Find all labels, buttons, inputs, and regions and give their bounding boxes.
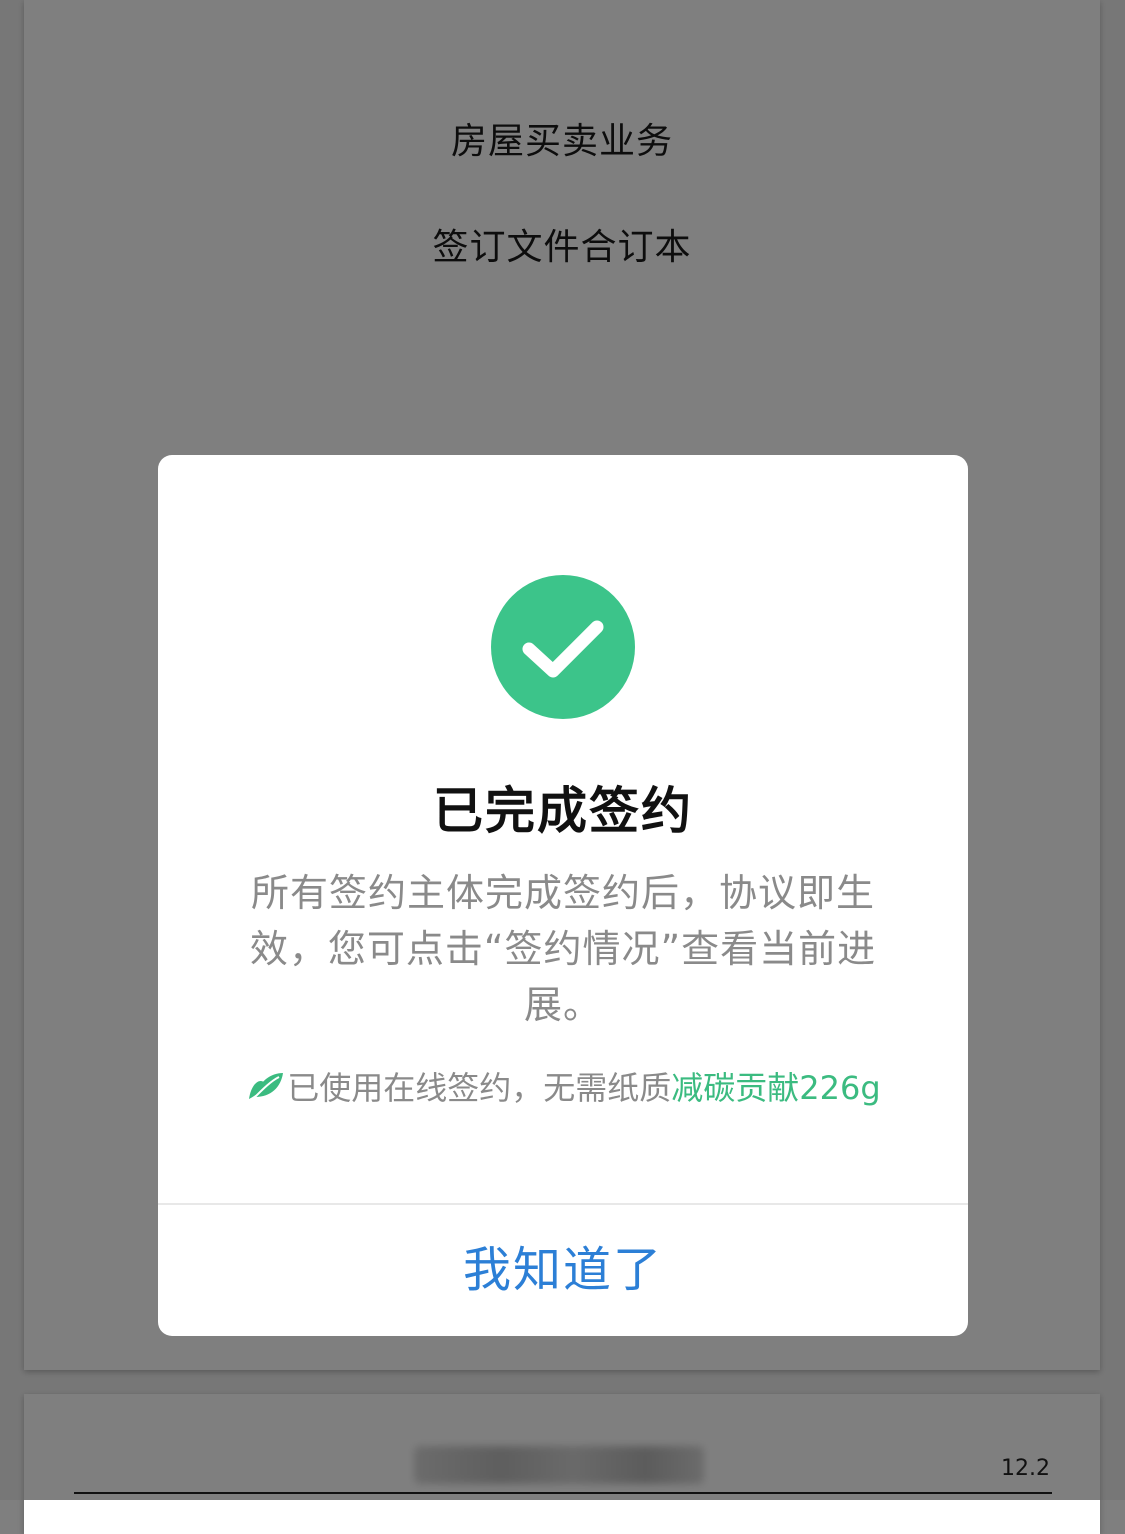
carbon-reduction-value: 减碳贡献226g (671, 1069, 881, 1107)
signing-complete-dialog: 已完成签约 所有签约主体完成签约后，协议即生效，您可点击“签约情况”查看当前进展… (158, 455, 968, 1336)
got-it-button[interactable]: 我知道了 (158, 1205, 968, 1336)
leaf-icon (249, 1073, 284, 1099)
carbon-reduction-note: 已使用在线签约，无需纸质减碳贡献226g (158, 1063, 968, 1109)
eco-text: 已使用在线签约，无需纸质 (287, 1069, 672, 1107)
dialog-title: 已完成签约 (433, 782, 693, 840)
check-circle-icon (491, 575, 635, 719)
dialog-description: 所有签约主体完成签约后，协议即生效，您可点击“签约情况”查看当前进展。 (249, 871, 877, 1027)
